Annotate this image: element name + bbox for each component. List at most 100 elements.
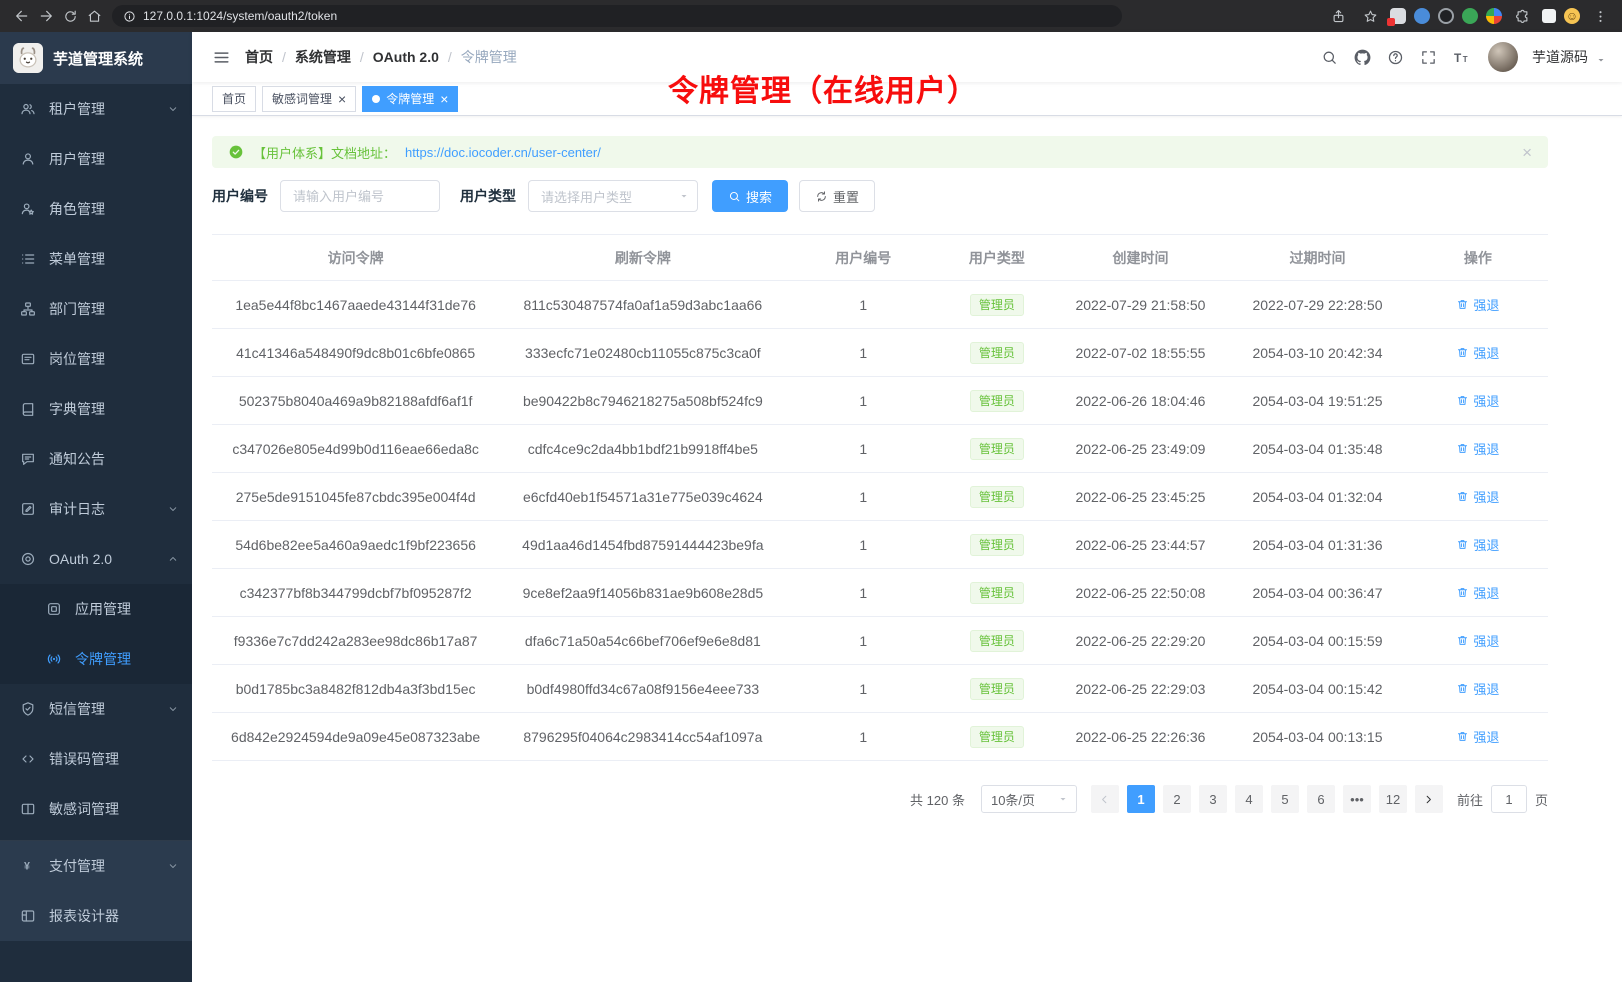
github-icon[interactable] — [1348, 43, 1376, 71]
trash-icon — [1456, 634, 1469, 647]
breadcrumb-separator: / — [282, 49, 286, 65]
help-icon[interactable] — [1381, 43, 1409, 71]
pagination-page-button[interactable]: 4 — [1235, 785, 1263, 813]
goto-label: 前往 — [1457, 790, 1483, 809]
user-avatar[interactable] — [1488, 42, 1518, 72]
force-logout-button[interactable]: 强退 — [1456, 679, 1499, 698]
app-title: 芋道管理系统 — [53, 48, 143, 69]
sidebar-item[interactable]: 短信管理 — [0, 684, 192, 734]
sidebar-item[interactable]: 岗位管理 — [0, 334, 192, 384]
pagination-page-button[interactable]: 1 — [1127, 785, 1155, 813]
browser-reload-icon[interactable] — [58, 4, 82, 28]
extensions-puzzle-icon[interactable] — [1510, 4, 1534, 28]
search-icon[interactable] — [1315, 43, 1343, 71]
pagination-page-button[interactable]: 12 — [1379, 785, 1407, 813]
close-icon[interactable]: × — [440, 92, 448, 106]
sidebar-item[interactable]: 审计日志 — [0, 484, 192, 534]
user-type-badge: 管理员 — [970, 294, 1024, 316]
extension-icon[interactable] — [1462, 8, 1478, 24]
chevron-right-icon — [1422, 793, 1435, 806]
expire-time-cell: 2054-03-04 00:15:42 — [1227, 665, 1407, 713]
create-time-cell: 2022-06-25 23:44:57 — [1054, 521, 1228, 569]
extension-icon[interactable] — [1390, 8, 1406, 24]
pagination-page-button[interactable]: 5 — [1271, 785, 1299, 813]
force-logout-button[interactable]: 强退 — [1456, 727, 1499, 746]
fullscreen-icon[interactable] — [1414, 43, 1442, 71]
sidebar-item[interactable]: 令牌管理 — [0, 634, 192, 684]
user-type-badge: 管理员 — [970, 438, 1024, 460]
sidebar-item[interactable]: 部门管理 — [0, 284, 192, 334]
refresh-token-cell: be90422b8c7946218275a508bf524fc9 — [499, 377, 786, 425]
breadcrumb-item[interactable]: OAuth 2.0 — [373, 49, 439, 65]
trash-icon — [1456, 730, 1469, 743]
force-logout-button[interactable]: 强退 — [1456, 343, 1499, 362]
next-page-button[interactable] — [1415, 785, 1443, 813]
log-icon — [20, 501, 36, 517]
force-logout-button[interactable]: 强退 — [1456, 439, 1499, 458]
reset-button[interactable]: 重置 — [799, 180, 875, 212]
site-info-icon[interactable] — [123, 10, 136, 23]
force-logout-button[interactable]: 强退 — [1456, 535, 1499, 554]
pagination-page-button[interactable]: 6 — [1307, 785, 1335, 813]
pagination-more-button[interactable]: ••• — [1343, 785, 1371, 813]
sidebar-item[interactable]: OAuth 2.0 — [0, 534, 192, 584]
sidebar-item[interactable]: 字典管理 — [0, 384, 192, 434]
force-logout-button[interactable]: 强退 — [1456, 487, 1499, 506]
sidebar-item[interactable]: 敏感词管理 — [0, 784, 192, 834]
extension-icon[interactable] — [1414, 8, 1430, 24]
refresh-token-cell: e6cfd40eb1f54571a31e775e039c4624 — [499, 473, 786, 521]
share-icon[interactable] — [1326, 4, 1350, 28]
pagination-page-button[interactable]: 2 — [1163, 785, 1191, 813]
user-id-input[interactable] — [280, 180, 440, 212]
goto-page-input[interactable] — [1491, 785, 1527, 813]
sidebar-item[interactable]: 租户管理 — [0, 84, 192, 134]
browser-menu-icon[interactable] — [1588, 4, 1612, 28]
browser-sidepanel-icon[interactable] — [1542, 9, 1556, 23]
sidebar-item[interactable]: 错误码管理 — [0, 734, 192, 784]
trash-icon — [1456, 538, 1469, 551]
close-icon[interactable]: × — [338, 92, 346, 106]
user-icon — [20, 151, 36, 167]
bookmark-star-icon[interactable] — [1358, 4, 1382, 28]
user-name[interactable]: 芋道源码 — [1532, 47, 1588, 67]
tab[interactable]: 敏感词管理× — [262, 86, 356, 112]
hamburger-icon[interactable] — [207, 43, 235, 71]
font-size-icon[interactable]: TT — [1447, 43, 1475, 71]
alert-close-icon[interactable]: × — [1522, 144, 1532, 161]
tab[interactable]: 首页 — [212, 86, 256, 112]
browser-home-icon[interactable] — [82, 4, 106, 28]
address-bar[interactable]: 127.0.0.1:1024/system/oauth2/token — [112, 5, 1122, 27]
browser-forward-icon[interactable] — [34, 4, 58, 28]
breadcrumb-item[interactable]: 系统管理 — [295, 47, 351, 67]
user-id-cell: 1 — [786, 665, 940, 713]
access-token-cell: 502375b8040a469a9b82188afdf6af1f — [212, 377, 499, 425]
extension-icon[interactable] — [1486, 8, 1502, 24]
sidebar-item[interactable]: 角色管理 — [0, 184, 192, 234]
force-logout-button[interactable]: 强退 — [1456, 631, 1499, 650]
force-logout-button[interactable]: 强退 — [1456, 391, 1499, 410]
doc-link[interactable]: https://doc.iocoder.cn/user-center/ — [405, 145, 601, 160]
pagination-page-button[interactable]: 3 — [1199, 785, 1227, 813]
caret-down-icon[interactable] — [1595, 54, 1607, 66]
tab[interactable]: 令牌管理× — [362, 86, 458, 112]
sidebar-item[interactable]: 通知公告 — [0, 434, 192, 484]
column-header: 用户类型 — [940, 235, 1054, 281]
force-logout-button[interactable]: 强退 — [1456, 583, 1499, 602]
browser-profile-avatar[interactable]: ☺ — [1564, 8, 1580, 24]
sidebar-item[interactable]: 用户管理 — [0, 134, 192, 184]
force-logout-button[interactable]: 强退 — [1456, 295, 1499, 314]
prev-page-button[interactable] — [1091, 785, 1119, 813]
page-size-select[interactable]: 10条/页 — [981, 785, 1077, 813]
sidebar-item[interactable]: 报表设计器 — [0, 891, 192, 941]
app-logo[interactable]: 芋道管理系统 — [0, 32, 192, 84]
sidebar-item[interactable]: 菜单管理 — [0, 234, 192, 284]
browser-back-icon[interactable] — [10, 4, 34, 28]
breadcrumb-item[interactable]: 首页 — [245, 47, 273, 67]
sidebar-item[interactable]: ¥支付管理 — [0, 841, 192, 891]
access-token-cell: f9336e7c7dd242a283ee98dc86b17a87 — [212, 617, 499, 665]
sms-icon — [20, 701, 36, 717]
sidebar-item[interactable]: 应用管理 — [0, 584, 192, 634]
extension-icon[interactable] — [1438, 8, 1454, 24]
search-button[interactable]: 搜索 — [712, 180, 788, 212]
user-type-select[interactable]: 请选择用户类型 — [528, 180, 698, 212]
